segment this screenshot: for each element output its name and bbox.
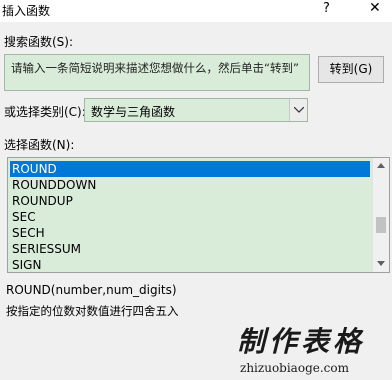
- dialog-title: 插入函数: [2, 4, 51, 18]
- title-bar: [0, 0, 392, 22]
- scrollbar-thumb[interactable]: [376, 216, 386, 233]
- chevron-down-icon[interactable]: [289, 99, 307, 121]
- goto-button[interactable]: 转到(G): [318, 56, 384, 83]
- search-label: 搜索函数(S):: [4, 35, 74, 49]
- list-item[interactable]: SECH: [10, 225, 370, 241]
- list-item[interactable]: ROUND: [10, 161, 370, 177]
- help-button[interactable]: ?: [323, 1, 330, 16]
- list-item[interactable]: SEC: [10, 209, 370, 225]
- watermark-url: zhizuobiaoge.com: [240, 361, 349, 375]
- vertical-scrollbar[interactable]: [372, 158, 389, 272]
- category-select[interactable]: 数学与三角函数: [84, 98, 308, 122]
- category-value: 数学与三角函数: [91, 105, 176, 119]
- scroll-up-icon[interactable]: [373, 158, 389, 174]
- function-list[interactable]: ROUND ROUNDDOWN ROUNDUP SEC SECH SERIESS…: [7, 157, 390, 273]
- scroll-down-icon[interactable]: [373, 256, 389, 272]
- category-label: 或选择类别(C):: [4, 105, 86, 119]
- list-item[interactable]: ROUNDUP: [10, 193, 370, 209]
- list-item[interactable]: SIGN: [10, 257, 370, 272]
- function-list-label: 选择函数(N):: [4, 138, 75, 152]
- close-button[interactable]: ✕: [369, 0, 381, 16]
- search-input[interactable]: 请输入一条简短说明来描述您想做什么，然后单击“转到”: [4, 54, 310, 91]
- list-item[interactable]: SERIESSUM: [10, 241, 370, 257]
- function-description: 按指定的位数对数值进行四舍五入: [6, 304, 179, 318]
- watermark-logo: 制作表格: [237, 325, 366, 358]
- function-syntax: ROUND(number,num_digits): [6, 283, 177, 297]
- list-item[interactable]: ROUNDDOWN: [10, 177, 370, 193]
